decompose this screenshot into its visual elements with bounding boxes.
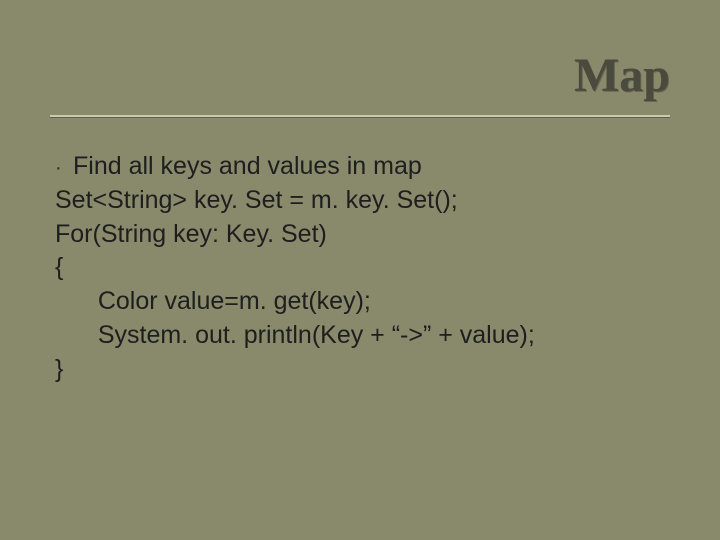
slide-body: · Find all keys and values in map Set<St… — [55, 150, 670, 386]
code-line-3: { — [55, 251, 670, 285]
bullet-item: · Find all keys and values in map — [55, 150, 670, 184]
code-line-4: Color value=m. get(key); — [55, 285, 670, 319]
code-line-5: System. out. println(Key + “->” + value)… — [55, 319, 670, 353]
bullet-text: Find all keys and values in map — [73, 150, 670, 184]
title-underline — [50, 115, 670, 118]
bullet-icon: · — [55, 155, 73, 182]
code-line-1: Set<String> key. Set = m. key. Set(); — [55, 184, 670, 218]
code-line-6: } — [55, 353, 670, 387]
code-line-2: For(String key: Key. Set) — [55, 218, 670, 252]
title-area: Map — [50, 48, 670, 118]
slide-title: Map — [50, 48, 670, 109]
slide: Map · Find all keys and values in map Se… — [0, 0, 720, 540]
